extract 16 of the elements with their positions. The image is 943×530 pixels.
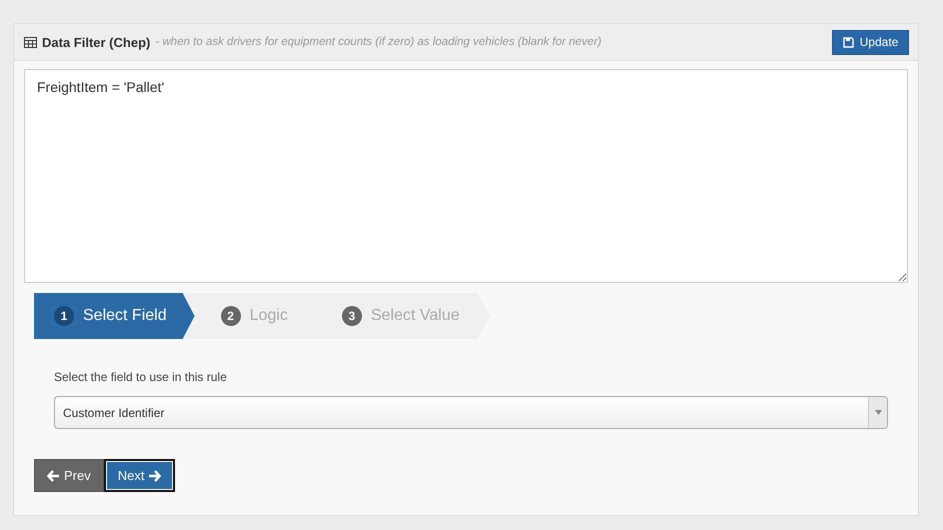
caret-icon <box>868 397 887 428</box>
arrow-right-icon <box>148 470 162 482</box>
update-button[interactable]: Update <box>832 30 909 54</box>
arrow-left-icon <box>47 470 60 482</box>
next-button[interactable]: Next <box>104 459 176 492</box>
panel-subtitle: - when to ask drivers for equipment counts (if zero) as loading vehicles (blank for never) <box>155 36 602 48</box>
save-icon <box>842 36 854 48</box>
wizard-step[interactable]: 1 Select Field <box>34 293 197 339</box>
field-select[interactable]: Customer Identifier <box>54 396 888 429</box>
field-label: Select the field to use in this rule <box>54 370 228 384</box>
table-icon <box>24 36 37 48</box>
filter-textarea[interactable]: FreightItem = 'Pallet' <box>24 69 908 283</box>
wizard-step[interactable]: 3 Select Value <box>304 293 490 339</box>
wizard-step[interactable]: 2 Logic <box>182 293 318 339</box>
prev-button[interactable]: Prev <box>34 459 104 492</box>
panel-title: Data Filter (Chep) <box>42 34 150 50</box>
